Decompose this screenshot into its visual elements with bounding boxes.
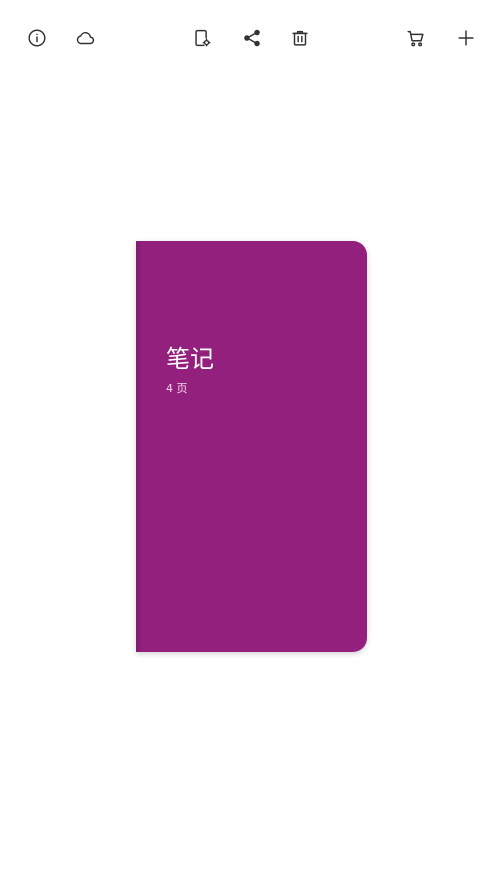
notebook-page-count: 4 页 — [166, 382, 188, 395]
top-toolbar — [0, 0, 503, 76]
cart-icon — [407, 30, 424, 47]
cart-button[interactable] — [402, 24, 430, 52]
cloud-icon — [76, 32, 95, 45]
delete-icon — [292, 30, 308, 46]
cloud-sync-button[interactable] — [71, 24, 99, 52]
notebook-cover[interactable]: 笔记 4 页 — [136, 241, 367, 652]
page-settings-icon — [195, 29, 211, 47]
share-button[interactable] — [238, 24, 266, 52]
info-icon — [28, 29, 46, 47]
add-icon — [458, 30, 474, 46]
share-icon — [244, 29, 260, 47]
info-button[interactable] — [23, 24, 51, 52]
page-settings-button[interactable] — [188, 24, 216, 52]
add-button[interactable] — [452, 24, 480, 52]
delete-button[interactable] — [286, 24, 314, 52]
notebook-title: 笔记 — [166, 345, 214, 373]
